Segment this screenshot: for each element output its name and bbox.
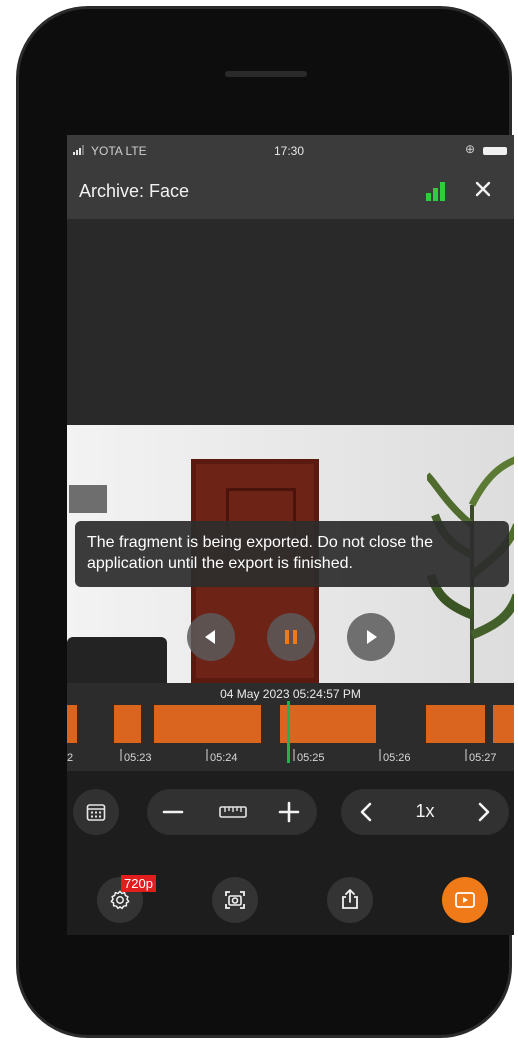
timeline-segment bbox=[280, 705, 376, 743]
export-video-button[interactable] bbox=[442, 877, 488, 923]
carrier-label: YOTA LTE bbox=[91, 144, 147, 158]
timeline-tick: 2 bbox=[67, 752, 73, 764]
snapshot-button[interactable] bbox=[212, 877, 258, 923]
timeline-tick: 05:25 bbox=[297, 752, 325, 764]
timeline-tick: 05:26 bbox=[383, 752, 411, 764]
play-button[interactable] bbox=[347, 613, 395, 661]
close-icon[interactable] bbox=[471, 177, 495, 201]
gear-icon bbox=[110, 890, 130, 910]
step-back-button[interactable] bbox=[187, 613, 235, 661]
app-screen: YOTA LTE 17:30 ⊕ Archive: Face The fragm… bbox=[67, 135, 514, 935]
cell-signal-icon bbox=[73, 145, 84, 155]
step-back-icon bbox=[205, 630, 215, 644]
timeline-segment bbox=[154, 705, 261, 743]
minus-icon[interactable] bbox=[161, 800, 185, 824]
archive-timeline[interactable]: 04 May 2023 05:24:57 PM 2 05:23 05:24 05… bbox=[67, 683, 514, 771]
timeline-segment bbox=[493, 705, 514, 743]
quality-badge: 720p bbox=[121, 875, 156, 892]
zoom-control bbox=[147, 789, 317, 835]
share-button[interactable] bbox=[327, 877, 373, 923]
timeline-track[interactable]: 2 05:23 05:24 05:25 05:26 05:27 bbox=[67, 701, 514, 769]
timeline-tick: 05:24 bbox=[210, 752, 238, 764]
play-icon bbox=[367, 630, 377, 644]
phone-frame: YOTA LTE 17:30 ⊕ Archive: Face The fragm… bbox=[16, 6, 514, 1038]
orientation-lock-icon: ⊕ bbox=[465, 142, 476, 156]
camera-icon bbox=[225, 891, 245, 909]
clock: 17:30 bbox=[274, 144, 305, 158]
timeline-tick: 05:23 bbox=[124, 752, 152, 764]
calendar-button[interactable] bbox=[73, 789, 119, 835]
calendar-icon bbox=[86, 804, 106, 821]
video-wall-box bbox=[69, 485, 107, 513]
speed-control: 1x bbox=[341, 789, 509, 835]
page-title: Archive: Face bbox=[79, 181, 190, 201]
pause-button[interactable] bbox=[267, 613, 315, 661]
phone-speaker bbox=[225, 71, 307, 77]
bottom-panel: 1x 720p bbox=[67, 771, 514, 935]
timeline-segment bbox=[426, 705, 485, 743]
battery-icon bbox=[483, 147, 507, 155]
share-icon bbox=[342, 889, 358, 909]
timeline-tick: 05:27 bbox=[469, 752, 497, 764]
playback-speed: 1x bbox=[415, 801, 435, 821]
signal-bars-icon bbox=[426, 182, 445, 201]
pause-icon bbox=[285, 630, 297, 644]
timeline-segment bbox=[67, 705, 77, 743]
chevron-left-icon[interactable] bbox=[355, 800, 379, 824]
ruler-icon bbox=[219, 806, 247, 818]
video-letterbox bbox=[67, 219, 514, 425]
timeline-segment bbox=[114, 705, 141, 743]
video-couch bbox=[67, 637, 167, 683]
app-header: Archive: Face bbox=[67, 165, 514, 219]
timeline-cursor bbox=[287, 701, 290, 763]
status-bar: YOTA LTE 17:30 ⊕ bbox=[67, 135, 514, 165]
export-video-icon bbox=[455, 892, 475, 908]
plus-icon[interactable] bbox=[277, 800, 301, 824]
timeline-datetime: 04 May 2023 05:24:57 PM bbox=[220, 687, 361, 701]
video-frame[interactable]: The fragment is being exported. Do not c… bbox=[67, 425, 514, 683]
chevron-right-icon[interactable] bbox=[471, 800, 495, 824]
export-toast: The fragment is being exported. Do not c… bbox=[75, 521, 509, 587]
